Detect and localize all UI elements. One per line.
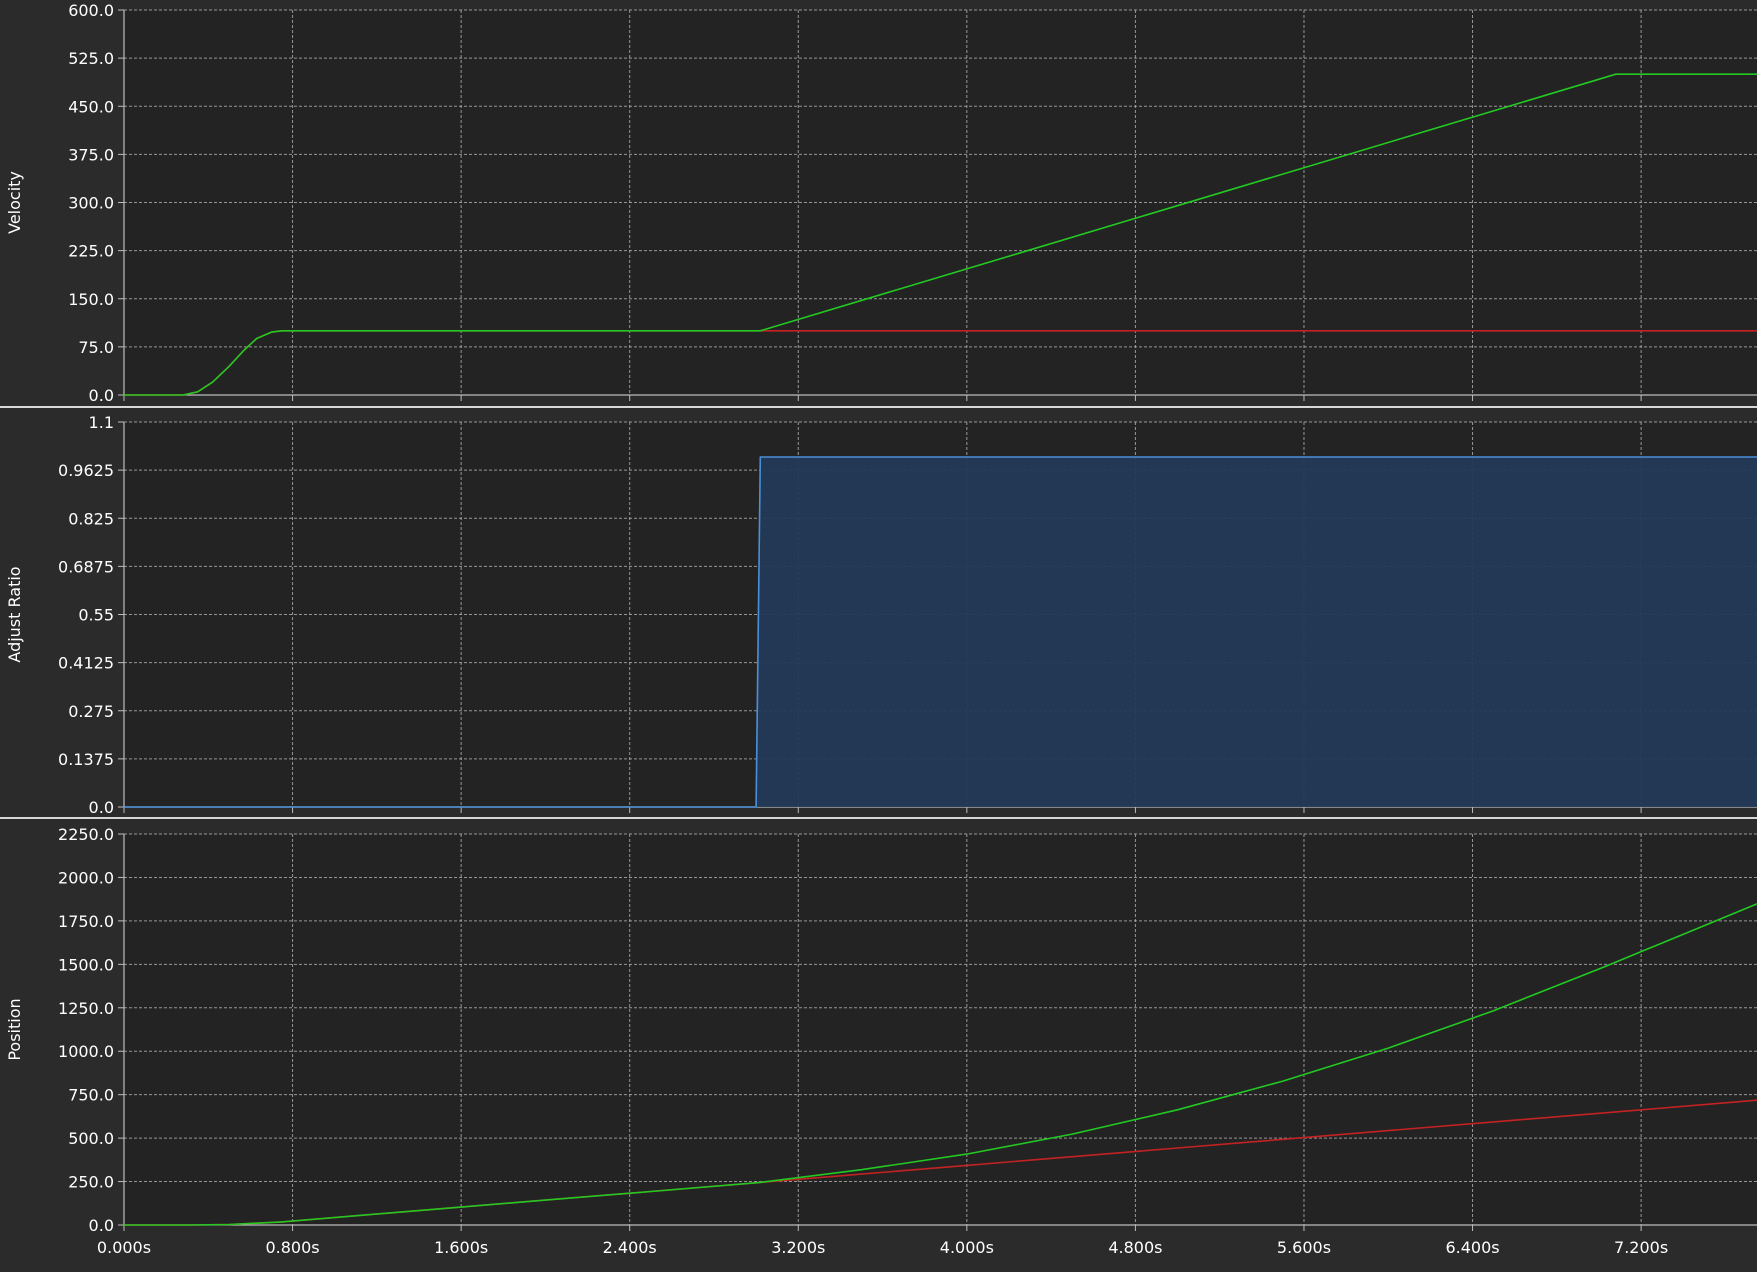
y-tick-label: 375.0 <box>68 145 114 164</box>
plot-area-3 <box>124 834 1757 1225</box>
x-tick-label: 4.800s <box>1108 1238 1162 1257</box>
y-tick-label: 525.0 <box>68 49 114 68</box>
y-tick-label: 225.0 <box>68 242 114 261</box>
charts-svg: 0.0 75.0 150.0 225.0 300.0 375.0 450.0 525.0 600… <box>0 0 1757 1268</box>
y-tick-label: 1.1 <box>89 413 114 432</box>
y-tick-label: 150.0 <box>68 290 114 309</box>
y-tick-label: 2250.0 <box>58 825 114 844</box>
y-tick-label: 300.0 <box>68 194 114 213</box>
y-tick-label: 500.0 <box>68 1129 114 1148</box>
y-tick-label: 1000.0 <box>58 1042 114 1061</box>
y-tick-label: 0.275 <box>68 702 114 721</box>
x-tick-label: 0.800s <box>265 1238 319 1257</box>
y-tick-label: 0.6875 <box>58 557 114 576</box>
x-tick-label: 3.200s <box>771 1238 825 1257</box>
y-axis-label: Adjust Ratio <box>5 566 24 662</box>
y-tick-label: 0.0 <box>89 1216 114 1235</box>
y-tick-label: 0.0 <box>89 386 114 405</box>
y-axis-label: Position <box>5 998 24 1060</box>
y-tick-label: 0.9625 <box>58 461 114 480</box>
x-tick-label: 1.600s <box>434 1238 488 1257</box>
y-tick-label: 0.825 <box>68 509 114 528</box>
y-tick-label: 250.0 <box>68 1173 114 1192</box>
panel-3: 0.0 250.0 500.0 750.0 1000.0 1250.0 1500.0 1750… <box>5 825 1757 1257</box>
x-tick-label: 6.400s <box>1445 1238 1499 1257</box>
y-axis-label: Velocity <box>5 171 24 234</box>
chart-root: 0.0 75.0 150.0 225.0 300.0 375.0 450.0 525.0 600… <box>0 0 1757 1268</box>
y-tick-label: 1250.0 <box>58 999 114 1018</box>
y-tick-label: 1500.0 <box>58 955 114 974</box>
panel-1: 0.0 75.0 150.0 225.0 300.0 375.0 450.0 525.0 600… <box>5 1 1757 405</box>
x-tick-label: 7.200s <box>1614 1238 1668 1257</box>
y-tick-label: 0.4125 <box>58 654 114 673</box>
x-tick-label: 5.600s <box>1277 1238 1331 1257</box>
y-tick-label: 0.1375 <box>58 750 114 769</box>
y-tick-label: 750.0 <box>68 1086 114 1105</box>
x-tick-label: 2.400s <box>603 1238 657 1257</box>
x-tick-label: 4.000s <box>940 1238 994 1257</box>
y-tick-label: 600.0 <box>68 1 114 20</box>
y-tick-label: 1750.0 <box>58 912 114 931</box>
y-tick-label: 2000.0 <box>58 868 114 887</box>
y-tick-label: 0.0 <box>89 798 114 817</box>
x-tick-label: 0.000s <box>97 1238 151 1257</box>
y-tick-label: 0.55 <box>78 606 114 625</box>
y-tick-label: 75.0 <box>78 338 114 357</box>
y-tick-label: 450.0 <box>68 97 114 116</box>
panel-2: 0.0 0.1375 0.275 0.4125 0.55 0.6875 0.825 0.962… <box>5 413 1757 817</box>
